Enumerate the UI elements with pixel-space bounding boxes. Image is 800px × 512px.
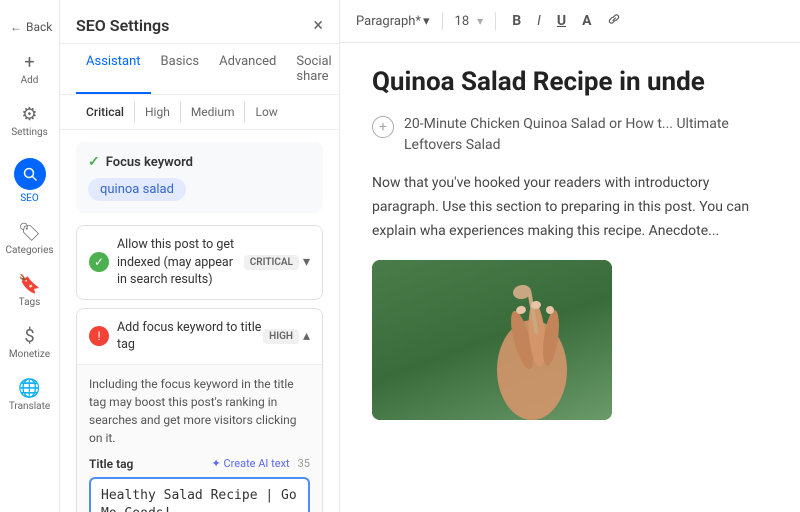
bold-button[interactable]: B (508, 11, 525, 31)
seo-panel-title: SEO Settings (76, 16, 169, 35)
check-status-green-icon: ✓ (89, 252, 109, 272)
check-title-tag-text: Add focus keyword to title tag (117, 319, 263, 354)
seo-icon (14, 158, 46, 190)
sidebar-item-label: Monetize (9, 349, 50, 360)
sidebar: ← Back + Add ⚙ Settings SEO 🏷 Categories… (0, 0, 60, 512)
field-label-row: Title tag ✦ Create AI text 35 (89, 457, 310, 471)
check-status-red-icon: ! (89, 326, 109, 346)
editor-area: Paragraph* ▾ 18 ▾ B I U A Quinoa Salad R… (340, 0, 800, 512)
tags-icon: 🔖 (18, 276, 40, 294)
field-label: Title tag (89, 457, 133, 471)
add-icon: + (24, 54, 34, 72)
article-title: Quinoa Salad Recipe in unde (372, 67, 768, 98)
settings-icon: ⚙ (21, 106, 37, 124)
tab-basics[interactable]: Basics (151, 44, 210, 94)
check-expanded-content: Including the focus keyword in the title… (77, 364, 322, 512)
seo-header: SEO Settings × (60, 0, 339, 44)
translate-icon: 🌐 (18, 380, 40, 398)
underline-button[interactable]: U (553, 11, 570, 31)
priority-tab-medium[interactable]: Medium (181, 101, 246, 123)
article-subtitle: 20-Minute Chicken Quinoa Salad or How t.… (404, 114, 768, 156)
chevron-down-icon: ▾ (423, 14, 430, 29)
editor-content: Quinoa Salad Recipe in unde + 20-Minute … (340, 43, 800, 512)
priority-tab-critical[interactable]: Critical (76, 101, 135, 123)
editor-toolbar: Paragraph* ▾ 18 ▾ B I U A (340, 0, 800, 43)
check-description: Including the focus keyword in the title… (89, 375, 310, 447)
toolbar-divider (442, 12, 443, 30)
sidebar-item-monetize[interactable]: $ Monetize (0, 320, 59, 368)
seo-check-title-header[interactable]: ! Add focus keyword to title tag High ▴ (77, 309, 322, 364)
char-count: 35 (298, 457, 310, 470)
focus-keyword-label: ✓ Focus keyword (88, 154, 311, 170)
keyword-chip: quinoa salad (88, 178, 186, 201)
seo-panel: SEO Settings × Assistant Basics Advanced… (60, 0, 340, 512)
sidebar-item-label: Add (21, 75, 39, 86)
focus-keyword-section: ✓ Focus keyword quinoa salad (76, 142, 323, 213)
article-body: Now that you've hooked your readers with… (372, 172, 768, 243)
italic-button[interactable]: I (533, 11, 545, 31)
sidebar-item-label: Settings (11, 127, 48, 138)
sidebar-item-label: Categories (5, 245, 53, 256)
check-high-badge: High (263, 329, 299, 344)
seo-check-title-tag: ! Add focus keyword to title tag High ▴ … (76, 308, 323, 512)
priority-tab-low[interactable]: Low (245, 101, 287, 123)
sidebar-item-add[interactable]: + Add (0, 46, 59, 94)
check-indexing-text: Allow this post to get indexed (may appe… (117, 236, 244, 289)
seo-tabs: Assistant Basics Advanced Social share (60, 44, 339, 95)
check-icon: ✓ (88, 154, 100, 170)
hand-image (472, 280, 592, 420)
font-size-value[interactable]: 18 (455, 14, 470, 29)
categories-icon: 🏷 (18, 224, 41, 242)
sidebar-item-label: Translate (9, 401, 50, 412)
toolbar-divider (495, 12, 496, 30)
tab-social-share[interactable]: Social share (286, 44, 340, 94)
check-critical-badge: Critical (244, 255, 299, 270)
tab-assistant[interactable]: Assistant (76, 44, 151, 94)
sidebar-item-settings[interactable]: ⚙ Settings (0, 98, 59, 146)
seo-content: ✓ Focus keyword quinoa salad ✓ Allow thi… (60, 130, 339, 512)
monetize-icon: $ (24, 328, 34, 346)
sidebar-item-label: SEO (20, 193, 39, 204)
seo-check-indexing-header[interactable]: ✓ Allow this post to get indexed (may ap… (77, 226, 322, 299)
back-label: Back (26, 20, 52, 34)
priority-tabs: Critical High Medium Low (60, 95, 339, 130)
sidebar-item-label: Tags (19, 297, 41, 308)
paragraph-format-select[interactable]: Paragraph* ▾ (356, 14, 430, 29)
link-button[interactable] (603, 10, 625, 32)
ai-create-button[interactable]: ✦ Create AI text (212, 457, 290, 470)
chevron-up-icon[interactable]: ▴ (303, 328, 310, 344)
article-image (372, 260, 612, 420)
back-button[interactable]: ← Back (0, 12, 59, 42)
text-color-button[interactable]: A (578, 11, 595, 31)
add-subtitle-icon[interactable]: + (372, 116, 394, 138)
article-subtitle-row: + 20-Minute Chicken Quinoa Salad or How … (372, 114, 768, 156)
font-size-chevron: ▾ (477, 14, 483, 28)
sidebar-item-seo[interactable]: SEO (0, 150, 59, 212)
sidebar-item-tags[interactable]: 🔖 Tags (0, 268, 59, 316)
chevron-down-icon[interactable]: ▾ (303, 254, 310, 270)
sidebar-item-categories[interactable]: 🏷 Categories (0, 216, 59, 264)
seo-check-indexing: ✓ Allow this post to get indexed (may ap… (76, 225, 323, 300)
back-arrow-icon: ← (10, 20, 22, 34)
close-button[interactable]: × (313, 17, 323, 35)
priority-tab-high[interactable]: High (135, 101, 181, 123)
tab-advanced[interactable]: Advanced (209, 44, 286, 94)
sidebar-item-translate[interactable]: 🌐 Translate (0, 372, 59, 420)
title-tag-input[interactable] (89, 477, 310, 512)
